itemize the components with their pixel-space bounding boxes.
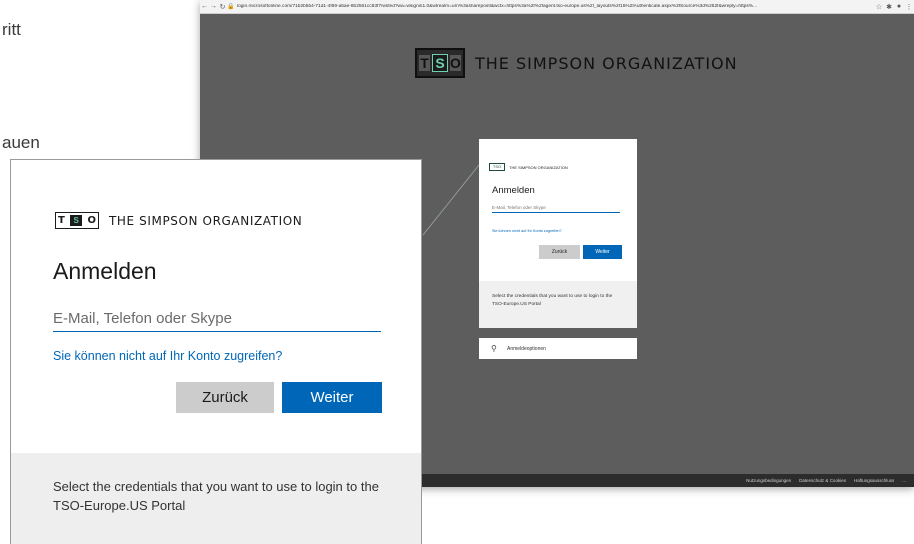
cant-access-account-link[interactable]: Sie können nicht auf Ihr Konto zugreifen… xyxy=(53,349,282,363)
signin-title: Anmelden xyxy=(492,185,535,196)
credentials-info-panel: Select the credentials that you want to … xyxy=(479,281,637,328)
credentials-info-panel: Select the credentials that you want to … xyxy=(11,453,421,544)
signin-options-button[interactable]: ⚲ Anmeldeoptionen xyxy=(479,338,637,359)
signin-card-thumbnail: TSO THE SIMPSON ORGANIZATION Anmelden E-… xyxy=(479,139,637,328)
back-arrow-icon[interactable]: ← xyxy=(200,3,209,10)
cant-access-account-link[interactable]: Sie können nicht auf Ihr Konto zugreifen… xyxy=(492,229,562,233)
next-button[interactable]: Weiter xyxy=(583,245,622,259)
back-button[interactable]: Zurück xyxy=(176,382,274,413)
signin-card-zoomed: T S O THE SIMPSON ORGANIZATION Anmelden … xyxy=(10,159,422,544)
credentials-info-text: Select the credentials that you want to … xyxy=(492,294,613,307)
footer-link-privacy[interactable]: Datenschutz & Cookies xyxy=(799,478,846,483)
tso-logo-icon: TSO xyxy=(489,163,505,171)
next-button[interactable]: Weiter xyxy=(282,382,382,413)
org-logo: TSO THE SIMPSON ORGANIZATION xyxy=(489,163,568,171)
footer-link-terms[interactable]: Nutzungsbedingungen xyxy=(746,478,791,483)
email-field[interactable] xyxy=(53,305,381,332)
extension-icon[interactable]: ✱ xyxy=(884,3,894,11)
reload-icon[interactable]: ↻ xyxy=(218,3,227,11)
profile-icon[interactable]: ● xyxy=(894,3,904,10)
key-icon: ⚲ xyxy=(491,344,497,353)
back-button[interactable]: Zurück xyxy=(539,245,580,259)
tso-logo-icon: T S O xyxy=(55,212,99,229)
tso-logo-icon: TSO xyxy=(415,48,465,78)
document-text-fragment: ritt xyxy=(2,20,21,39)
lock-icon: 🔒 xyxy=(227,4,235,10)
forward-arrow-icon[interactable]: → xyxy=(209,3,218,10)
address-bar[interactable]: login.microsoftonline.com/71b2b5b4-71d1-… xyxy=(235,4,874,9)
org-logo: TSO THE SIMPSON ORGANIZATION xyxy=(415,46,738,80)
menu-icon[interactable]: ⋮ xyxy=(904,3,914,11)
document-text-fragment: auen xyxy=(2,133,40,152)
org-name: THE SIMPSON ORGANIZATION xyxy=(475,53,738,73)
footer-link-disclaimer[interactable]: Haftungsausschluss xyxy=(854,478,894,483)
signin-title: Anmelden xyxy=(53,258,157,284)
browser-toolbar: ← → ↻ 🔒 login.microsoftonline.com/71b2b5… xyxy=(200,0,914,14)
org-logo: T S O THE SIMPSON ORGANIZATION xyxy=(55,212,302,229)
org-name: THE SIMPSON ORGANIZATION xyxy=(109,213,303,228)
signin-options-label: Anmeldeoptionen xyxy=(507,345,546,352)
email-field[interactable]: E-Mail, Telefon oder Skype xyxy=(492,205,620,213)
star-icon[interactable]: ☆ xyxy=(874,3,884,11)
credentials-info-text: Select the credentials that you want to … xyxy=(53,479,379,513)
footer-more[interactable]: ... xyxy=(902,478,906,483)
